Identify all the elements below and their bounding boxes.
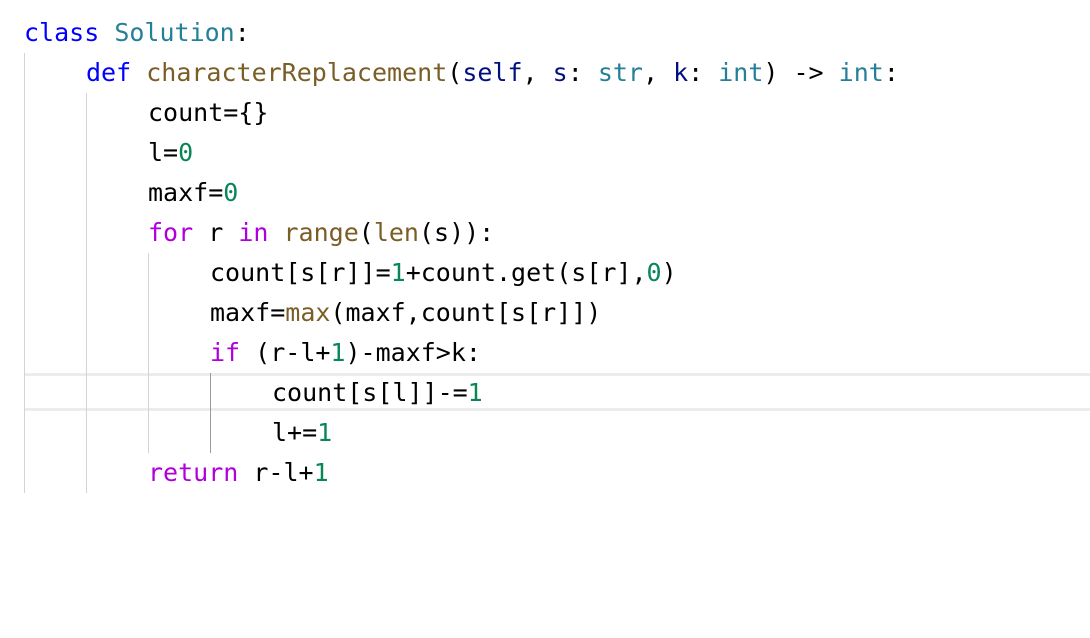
control-keyword-token: in bbox=[238, 218, 269, 247]
control-keyword-token: for bbox=[148, 218, 194, 247]
code-line[interactable]: def characterReplacement(self, s: str, k… bbox=[0, 53, 1090, 93]
code-token: (s)): bbox=[418, 218, 495, 247]
function-name-token: len bbox=[373, 218, 419, 247]
code-token: (r-l+ bbox=[240, 338, 331, 367]
type-name-token: int bbox=[718, 58, 764, 87]
code-token: count[s[l]]-= bbox=[272, 378, 468, 407]
number-literal-token: 0 bbox=[646, 258, 662, 287]
code-line-text: return r-l+1 bbox=[148, 453, 329, 493]
number-literal-token: 1 bbox=[313, 458, 329, 487]
code-line[interactable]: if (r-l+1)-maxf>k: bbox=[0, 333, 1090, 373]
keyword-token: def bbox=[86, 58, 132, 87]
code-line-text: count={} bbox=[148, 93, 268, 133]
type-name-token: int bbox=[838, 58, 884, 87]
number-literal-token: 0 bbox=[223, 178, 239, 207]
keyword-token: class bbox=[24, 18, 100, 47]
code-token: : bbox=[688, 58, 719, 87]
number-literal-token: 0 bbox=[178, 138, 194, 167]
code-token: )-maxf>k: bbox=[345, 338, 481, 367]
code-token: ( bbox=[358, 218, 374, 247]
code-line[interactable]: l+=1 bbox=[0, 413, 1090, 453]
type-name-token: str bbox=[597, 58, 643, 87]
function-name-token: characterReplacement bbox=[146, 58, 448, 87]
code-token: : bbox=[234, 18, 250, 47]
code-token: ) -> bbox=[763, 58, 839, 87]
code-token: ) bbox=[661, 258, 677, 287]
code-line[interactable]: return r-l+1 bbox=[0, 453, 1090, 493]
code-line-text: count[s[l]]-=1 bbox=[272, 373, 483, 413]
type-name-token: Solution bbox=[114, 18, 235, 47]
code-line-text: l=0 bbox=[148, 133, 193, 173]
code-line[interactable]: maxf=0 bbox=[0, 173, 1090, 213]
code-token: count[s[r]]= bbox=[210, 258, 391, 287]
control-keyword-token: if bbox=[210, 338, 241, 367]
function-name-token: max bbox=[285, 298, 331, 327]
code-line[interactable]: l=0 bbox=[0, 133, 1090, 173]
code-line-text: l+=1 bbox=[272, 413, 332, 453]
code-token: maxf= bbox=[210, 298, 286, 327]
code-line-text: maxf=max(maxf,count[s[r]]) bbox=[210, 293, 601, 333]
code-line[interactable]: class Solution: bbox=[0, 13, 1090, 53]
code-line-text: class Solution: bbox=[24, 13, 250, 53]
code-line-current[interactable]: count[s[l]]-=1 bbox=[0, 373, 1090, 413]
code-line[interactable]: count={} bbox=[0, 93, 1090, 133]
code-line[interactable]: for r in range(len(s)): bbox=[0, 213, 1090, 253]
parameter-token: self bbox=[462, 58, 523, 87]
code-token: maxf= bbox=[148, 178, 224, 207]
code-token: : bbox=[883, 58, 899, 87]
function-name-token: range bbox=[283, 218, 359, 247]
parameter-token: s bbox=[552, 58, 568, 87]
parameter-token: k bbox=[673, 58, 689, 87]
code-token: r-l+ bbox=[238, 458, 314, 487]
code-line-text: for r in range(len(s)): bbox=[148, 213, 494, 253]
code-line-text: count[s[r]]=1+count.get(s[r],0) bbox=[210, 253, 677, 293]
code-token: +count.get(s[r], bbox=[405, 258, 647, 287]
code-line-text: def characterReplacement(self, s: str, k… bbox=[86, 53, 899, 93]
code-editor[interactable]: class Solution: def characterReplacement… bbox=[0, 0, 1090, 638]
code-line[interactable]: maxf=max(maxf,count[s[r]]) bbox=[0, 293, 1090, 333]
code-token: ( bbox=[447, 58, 463, 87]
code-token: l= bbox=[148, 138, 179, 167]
code-token: count={} bbox=[148, 98, 269, 127]
number-literal-token: 1 bbox=[467, 378, 483, 407]
code-token: r bbox=[193, 218, 239, 247]
code-token: (maxf,count[s[r]]) bbox=[330, 298, 602, 327]
number-literal-token: 1 bbox=[317, 418, 333, 447]
number-literal-token: 1 bbox=[330, 338, 346, 367]
code-token: l+= bbox=[272, 418, 318, 447]
code-line-text: maxf=0 bbox=[148, 173, 238, 213]
code-token: , bbox=[522, 58, 553, 87]
control-keyword-token: return bbox=[148, 458, 239, 487]
number-literal-token: 1 bbox=[390, 258, 406, 287]
code-token: : bbox=[567, 58, 598, 87]
code-token: , bbox=[642, 58, 674, 87]
code-line-text: if (r-l+1)-maxf>k: bbox=[210, 333, 481, 373]
code-line[interactable]: count[s[r]]=1+count.get(s[r],0) bbox=[0, 253, 1090, 293]
